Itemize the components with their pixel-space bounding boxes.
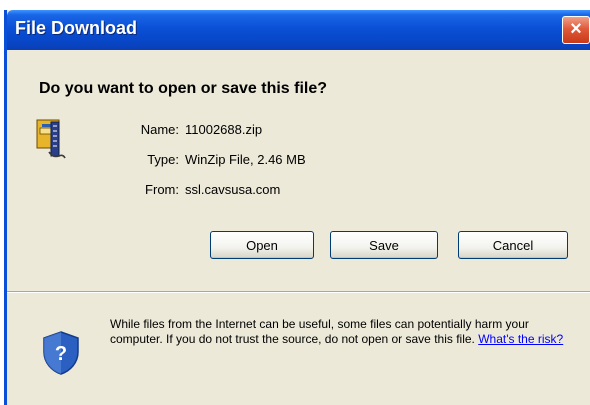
svg-text:?: ?	[55, 343, 67, 365]
separator	[7, 291, 590, 293]
file-name-label: Name:	[140, 122, 179, 137]
security-warning: While files from the Internet can be use…	[110, 317, 580, 347]
file-download-dialog: File Download × Do you want to open or s…	[4, 10, 590, 405]
file-name-row: Name: 11002688.zip	[131, 122, 262, 137]
winzip-file-icon	[36, 119, 66, 159]
open-button[interactable]: Open	[210, 231, 314, 259]
file-type-label: Type:	[147, 152, 179, 167]
title-bar[interactable]: File Download ×	[7, 10, 590, 50]
close-button[interactable]: ×	[562, 16, 590, 44]
file-source-row: From: ssl.cavsusa.com	[131, 182, 280, 197]
dialog-question: Do you want to open or save this file?	[39, 80, 328, 97]
file-source-label: From:	[145, 182, 179, 197]
file-name-value: 11002688.zip	[185, 122, 263, 137]
file-type-value: WinZip File, 2.46 MB	[185, 152, 306, 167]
close-icon: ×	[570, 18, 582, 40]
window-title: File Download	[15, 18, 138, 38]
file-source-value: ssl.cavsusa.com	[185, 182, 281, 197]
save-button[interactable]: Save	[330, 231, 438, 259]
warning-text: While files from the Internet can be use…	[110, 317, 529, 346]
cancel-button[interactable]: Cancel	[458, 231, 568, 259]
whats-the-risk-link[interactable]: What's the risk?	[478, 332, 563, 346]
file-type-row: Type: WinZip File, 2.46 MB	[131, 152, 306, 167]
shield-question-icon: ?	[43, 331, 79, 375]
